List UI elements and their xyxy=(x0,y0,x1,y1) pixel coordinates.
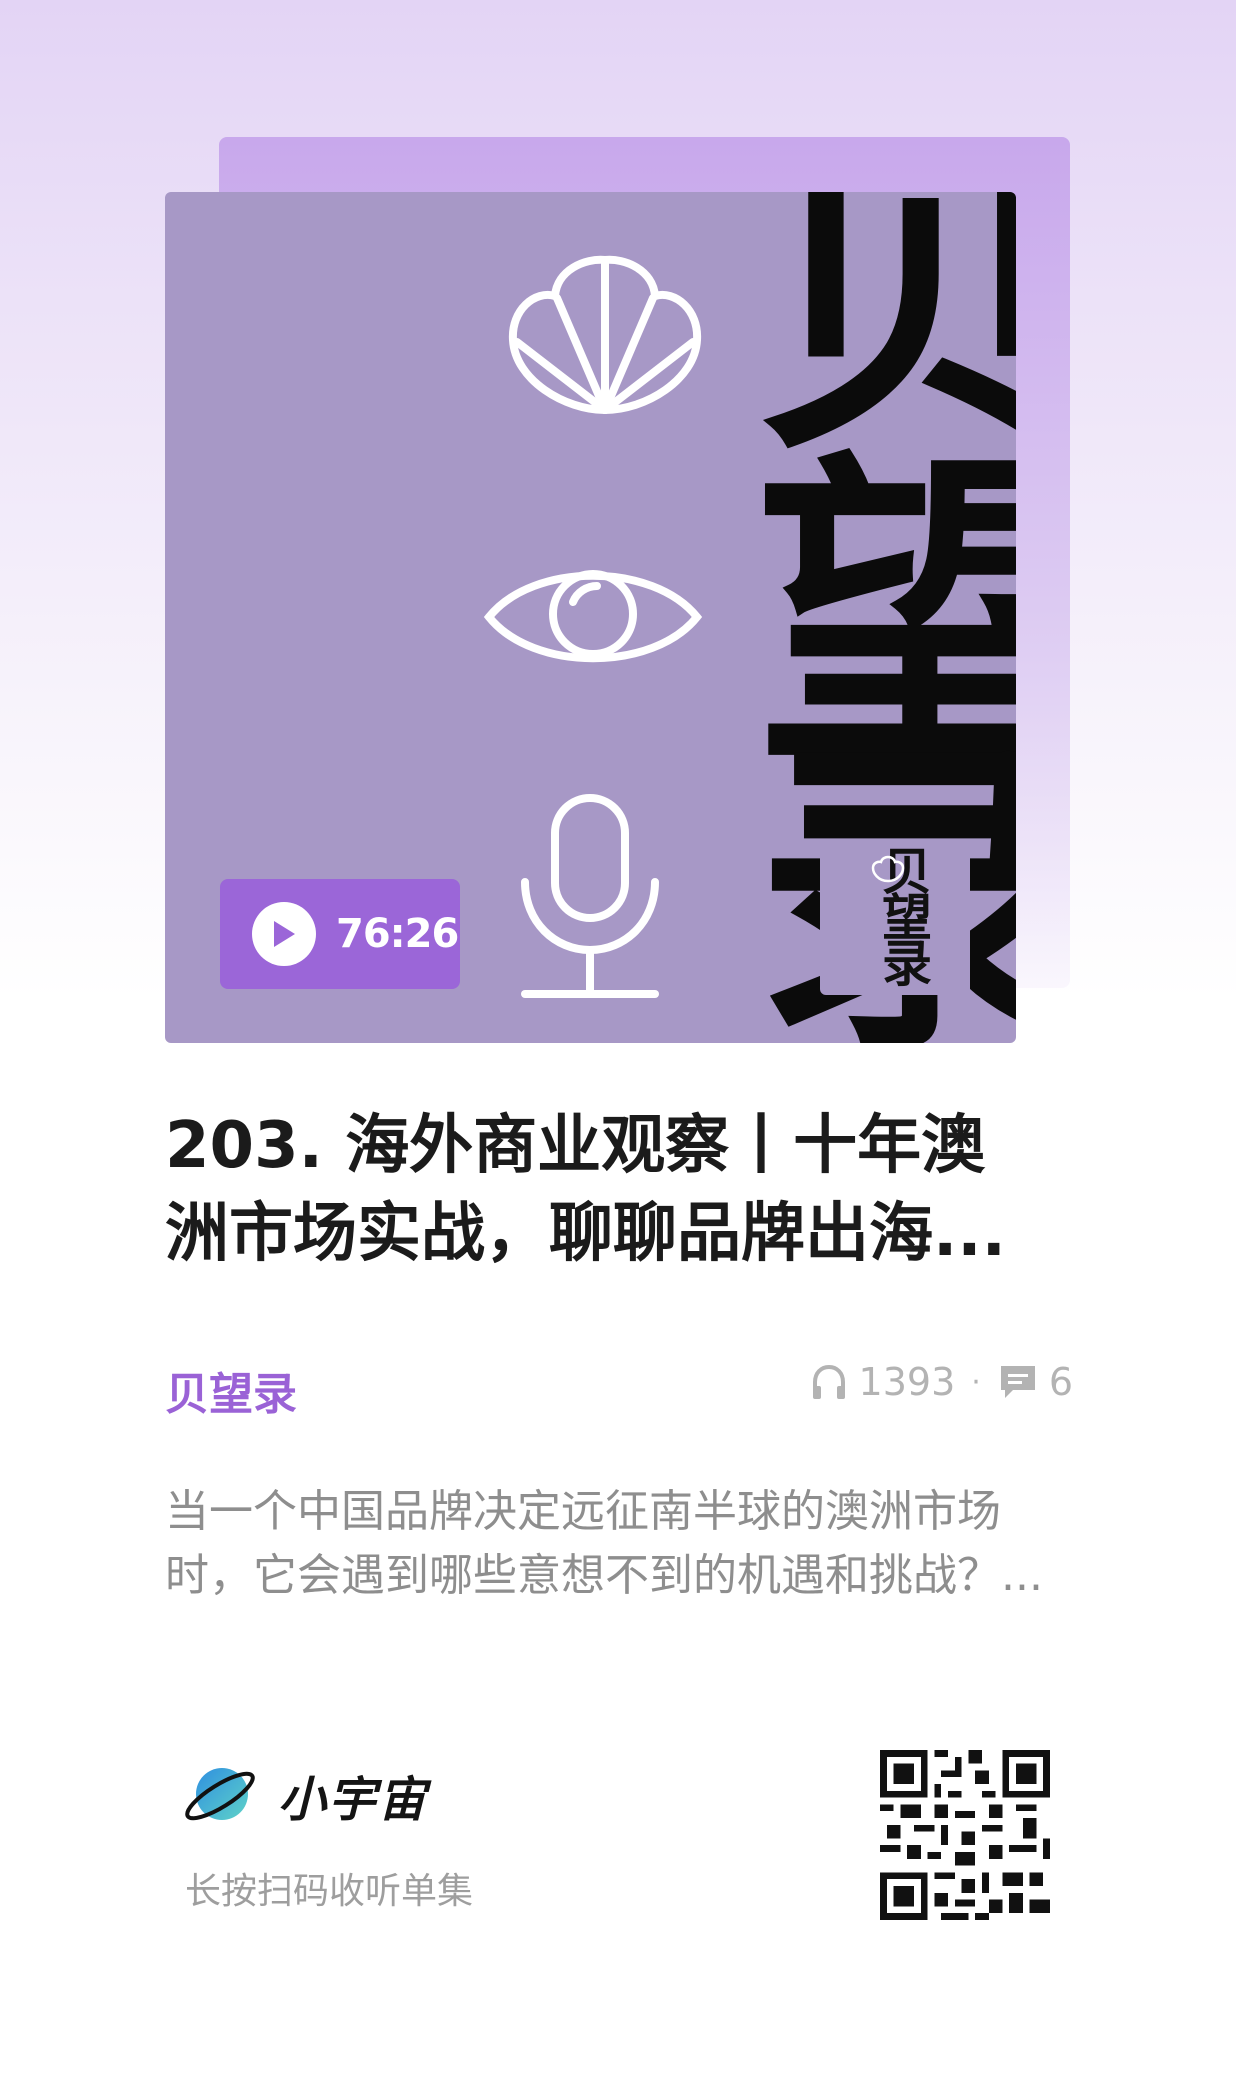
podcast-name-link[interactable]: 贝望录 xyxy=(165,1358,297,1422)
eye-icon xyxy=(483,570,703,663)
episode-cover[interactable]: 贝 望 录 76:26 贝 xyxy=(165,192,1016,1043)
play-icon xyxy=(252,902,316,966)
planet-logo-icon xyxy=(185,1768,255,1821)
stats-separator: · xyxy=(971,1364,981,1400)
qr-code[interactable] xyxy=(880,1750,1050,1920)
play-button[interactable]: 76:26 xyxy=(220,879,460,989)
microphone-icon xyxy=(521,794,659,998)
shell-icon xyxy=(508,255,702,414)
comment-count: 6 xyxy=(1048,1360,1073,1404)
podcast-mini-logo: 贝 望 录 xyxy=(820,845,970,995)
brand-name: 小宇宙 xyxy=(278,1772,429,1828)
mini-shell-icon xyxy=(871,855,905,883)
episode-stats: 1393 · 6 xyxy=(809,1360,1073,1404)
xiaoyuzhou-brand: 小宇宙 xyxy=(180,1760,428,1830)
headphones-icon xyxy=(812,1364,845,1399)
scan-hint: 长按扫码收听单集 xyxy=(185,1871,474,1912)
mini-char-3: 录 xyxy=(882,935,932,993)
episode-title: 203. 海外商业观察丨十年澳洲市场实战，聊聊品牌出海... xyxy=(165,1109,1006,1271)
episode-description: 当一个中国品牌决定远征南半球的澳洲市场时，它会遇到哪些意想不到的机遇和挑战？..… xyxy=(165,1486,1043,1601)
comment-icon xyxy=(1000,1366,1035,1398)
episode-duration: 76:26 xyxy=(336,911,459,957)
play-count: 1393 xyxy=(858,1360,956,1404)
